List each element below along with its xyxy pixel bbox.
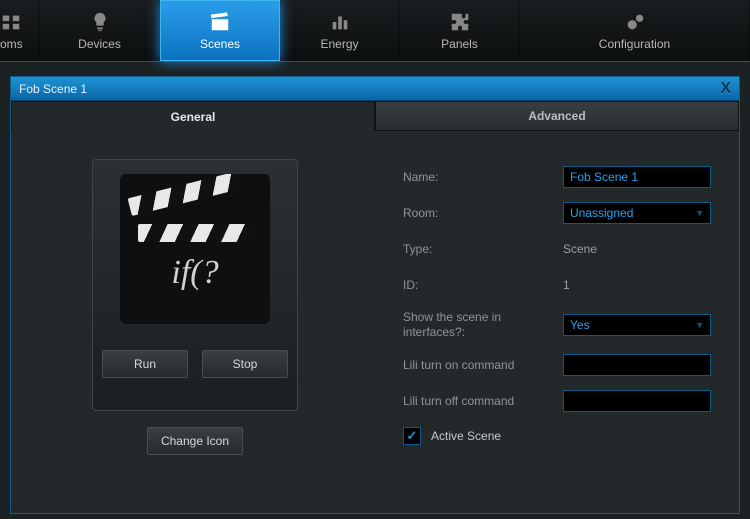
- show-select[interactable]: Yes ▼: [563, 314, 711, 336]
- room-select-value: Unassigned: [570, 206, 633, 220]
- room-label: Room:: [403, 206, 563, 221]
- lili-off-label: Lili turn off command: [403, 394, 563, 409]
- lili-on-label: Lili turn on command: [403, 358, 563, 373]
- panel-body: if(? Run Stop Change Icon Name: Room: Un…: [11, 131, 739, 513]
- clapper-top-icon: [128, 174, 243, 216]
- nav-tab-rooms[interactable]: oms: [0, 0, 40, 61]
- active-scene-label: Active Scene: [431, 429, 501, 443]
- subtab-advanced[interactable]: Advanced: [375, 101, 739, 131]
- type-label: Type:: [403, 242, 563, 257]
- panel-subtabs: General Advanced: [11, 101, 739, 131]
- bulb-icon: [89, 11, 111, 33]
- scene-panel: Fob Scene 1 X General Advanced if(? Run …: [10, 76, 740, 514]
- nav-label: Energy: [320, 37, 358, 51]
- name-input[interactable]: [563, 166, 711, 188]
- nav-label: Panels: [441, 37, 478, 51]
- general-left: if(? Run Stop Change Icon: [11, 131, 379, 513]
- active-scene-checkbox[interactable]: ✓: [403, 427, 421, 445]
- chevron-down-icon: ▼: [695, 320, 704, 330]
- nav-label: oms: [0, 37, 23, 51]
- clapper-icon: [209, 11, 231, 33]
- puzzle-icon: [449, 11, 471, 33]
- rooms-icon: [0, 11, 22, 33]
- run-button[interactable]: Run: [102, 350, 188, 378]
- scene-icon-graphic: if(?: [120, 174, 270, 324]
- nav-tab-energy[interactable]: Energy: [280, 0, 400, 61]
- nav-label: Configuration: [599, 37, 670, 51]
- scene-if-text: if(?: [120, 254, 270, 292]
- scene-preview: if(? Run Stop: [92, 159, 298, 411]
- id-value: 1: [563, 278, 570, 292]
- nav-tab-devices[interactable]: Devices: [40, 0, 160, 61]
- clapper-base-icon: [138, 224, 252, 242]
- stop-button[interactable]: Stop: [202, 350, 288, 378]
- nav-tab-panels[interactable]: Panels: [400, 0, 520, 61]
- gears-icon: [624, 11, 646, 33]
- general-form: Name: Room: Unassigned ▼ Type: Scene ID:…: [379, 131, 739, 513]
- name-label: Name:: [403, 170, 563, 185]
- close-button[interactable]: X: [720, 80, 731, 98]
- type-value: Scene: [563, 242, 597, 256]
- change-icon-button[interactable]: Change Icon: [147, 427, 243, 455]
- run-stop-row: Run Stop: [102, 350, 288, 378]
- nav-tab-scenes[interactable]: Scenes: [160, 0, 280, 61]
- nav-label: Devices: [78, 37, 121, 51]
- top-nav: oms Devices Scenes Energy Panels Configu…: [0, 0, 750, 62]
- lili-on-input[interactable]: [563, 354, 711, 376]
- chart-icon: [329, 11, 351, 33]
- panel-title: Fob Scene 1: [19, 82, 720, 96]
- show-label: Show the scene in interfaces?:: [403, 310, 563, 340]
- chevron-down-icon: ▼: [695, 208, 704, 218]
- id-label: ID:: [403, 278, 563, 293]
- nav-label: Scenes: [200, 37, 240, 51]
- lili-off-input[interactable]: [563, 390, 711, 412]
- nav-tab-configuration[interactable]: Configuration: [520, 0, 750, 61]
- room-select[interactable]: Unassigned ▼: [563, 202, 711, 224]
- subtab-general[interactable]: General: [11, 101, 375, 131]
- show-select-value: Yes: [570, 318, 590, 332]
- panel-header: Fob Scene 1 X: [11, 77, 739, 101]
